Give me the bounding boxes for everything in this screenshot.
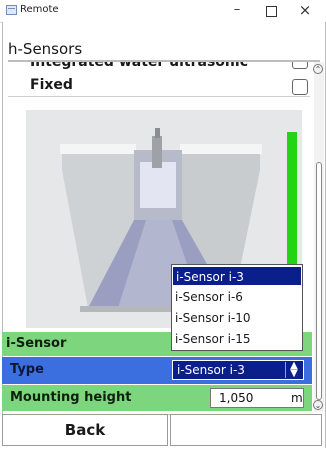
list-item-fixed[interactable]: Fixed bbox=[8, 74, 310, 97]
minimize-button[interactable]: – bbox=[220, 0, 254, 22]
chevron-up-icon[interactable]: ⌃ bbox=[313, 64, 323, 74]
row-type[interactable]: Type i-Sensor i-3 ▲ ▼ bbox=[2, 357, 312, 384]
scrollbar-thumb[interactable] bbox=[316, 162, 322, 400]
window-title: Remote bbox=[20, 4, 59, 15]
type-select-value: i-Sensor i-3 bbox=[177, 363, 245, 377]
dropdown-option[interactable]: i-Sensor i-10 bbox=[172, 308, 302, 328]
window-titlebar: Remote – × bbox=[0, 0, 326, 23]
back-button[interactable]: Back bbox=[2, 414, 168, 446]
dropdown-option[interactable]: i-Sensor i-15 bbox=[172, 329, 302, 349]
type-dropdown-list[interactable]: i-Sensor i-3 i-Sensor i-6 i-Sensor i-10 … bbox=[171, 264, 303, 351]
type-select[interactable]: i-Sensor i-3 ▲ ▼ bbox=[172, 360, 304, 380]
chevron-down-icon[interactable]: ⌄ bbox=[313, 400, 323, 410]
back-button-label: Back bbox=[64, 421, 106, 439]
row-mounting-height: Mounting height 1,050 m bbox=[2, 385, 312, 411]
mounting-height-value: 1,050 bbox=[219, 391, 254, 405]
maximize-button[interactable] bbox=[254, 0, 288, 22]
list-item-label: Fixed bbox=[30, 77, 73, 93]
secondary-button[interactable] bbox=[170, 414, 322, 446]
maximize-icon bbox=[265, 6, 277, 17]
mounting-height-label: Mounting height bbox=[10, 390, 132, 405]
mounting-height-input[interactable]: 1,050 m bbox=[210, 388, 304, 408]
list-item-ultrasonic[interactable]: Integrated water ultrasonic bbox=[8, 62, 310, 74]
isensor-label: i-Sensor bbox=[6, 336, 67, 351]
close-button[interactable]: × bbox=[288, 0, 322, 22]
type-label: Type bbox=[10, 362, 44, 377]
section-title: h-Sensors bbox=[8, 40, 83, 58]
dropdown-option[interactable]: i-Sensor i-6 bbox=[172, 287, 302, 307]
updown-arrow-icon[interactable]: ▲ ▼ bbox=[285, 361, 302, 379]
app-icon bbox=[6, 5, 17, 15]
dropdown-option[interactable]: i-Sensor i-3 bbox=[172, 266, 302, 286]
list-item-label: Integrated water ultrasonic bbox=[30, 62, 248, 70]
checkbox-fixed[interactable] bbox=[292, 79, 308, 95]
mounting-height-unit: m bbox=[291, 391, 303, 405]
checkbox-ultrasonic[interactable] bbox=[292, 62, 308, 69]
